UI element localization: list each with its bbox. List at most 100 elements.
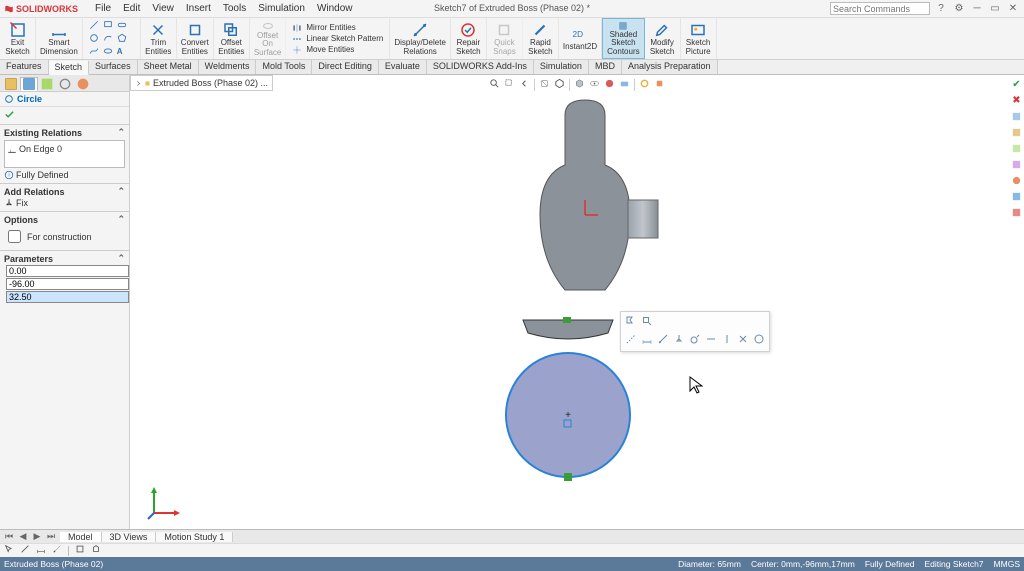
- existing-relations-header[interactable]: Existing Relations⌃: [4, 127, 125, 138]
- view-orientation-icon[interactable]: [554, 78, 565, 92]
- minimize-button[interactable]: ─: [970, 2, 984, 16]
- ct-properties-icon[interactable]: [753, 333, 765, 348]
- smart-dimension-button[interactable]: Smart Dimension: [36, 18, 83, 59]
- sketch-picture-button[interactable]: Sketch Picture: [681, 18, 717, 59]
- menu-help-icon[interactable]: ?: [360, 1, 370, 16]
- add-relations-header[interactable]: Add Relations⌃: [4, 186, 125, 197]
- bottom-tab-3dviews[interactable]: 3D Views: [102, 532, 157, 542]
- pm-tab-property[interactable]: [20, 77, 38, 91]
- btab-next[interactable]: ▶: [30, 531, 44, 542]
- tp-appearances-icon[interactable]: [1010, 174, 1023, 187]
- zoom-fit-icon[interactable]: [489, 78, 500, 92]
- search-commands-input[interactable]: [830, 2, 930, 15]
- text-tool[interactable]: A: [117, 47, 123, 56]
- arc-segment[interactable]: [518, 315, 618, 345]
- ct-dim-icon[interactable]: [641, 333, 653, 348]
- tool-extrude-icon[interactable]: [91, 544, 101, 557]
- modify-sketch-button[interactable]: Modify Sketch: [645, 18, 681, 59]
- move-entities-button[interactable]: Move Entities: [292, 45, 354, 55]
- tab-analysis-prep[interactable]: Analysis Preparation: [622, 60, 718, 74]
- edit-appearance-icon[interactable]: [604, 78, 615, 92]
- ct-delete-icon[interactable]: [737, 333, 749, 348]
- graphics-area[interactable]: ─ ▭ ✕: [130, 75, 1024, 529]
- tp-view-palette-icon[interactable]: [1010, 158, 1023, 171]
- rapid-sketch-button[interactable]: Rapid Sketch: [523, 18, 559, 59]
- polygon-tool[interactable]: [117, 33, 127, 45]
- tool-dim-icon[interactable]: [36, 544, 46, 557]
- pm-ok-button[interactable]: [4, 112, 15, 122]
- close-button[interactable]: ✕: [1006, 2, 1020, 16]
- center-y-input[interactable]: [6, 278, 129, 290]
- tab-simulation[interactable]: Simulation: [534, 60, 589, 74]
- tab-weldments[interactable]: Weldments: [199, 60, 257, 74]
- tab-addins[interactable]: SOLIDWORKS Add-Ins: [427, 60, 534, 74]
- menu-view[interactable]: View: [147, 1, 179, 16]
- slot-tool[interactable]: [117, 20, 127, 32]
- pm-tab-dim[interactable]: [56, 77, 74, 91]
- tp-file-explorer-icon[interactable]: [1010, 142, 1023, 155]
- tab-sketch[interactable]: Sketch: [49, 61, 90, 75]
- tool-sketch-icon[interactable]: [75, 544, 85, 557]
- menu-edit[interactable]: Edit: [118, 1, 145, 16]
- apply-scene-icon[interactable]: [619, 78, 630, 92]
- display-delete-relations-button[interactable]: Display/Delete Relations: [390, 18, 451, 59]
- bottom-tab-model[interactable]: Model: [60, 532, 102, 542]
- tp-cancel-icon[interactable]: ✖: [1010, 94, 1023, 107]
- menu-window[interactable]: Window: [312, 1, 358, 16]
- existing-relations-list[interactable]: On Edge 0: [4, 140, 125, 168]
- tp-design-lib-icon[interactable]: [1010, 126, 1023, 139]
- repair-sketch-button[interactable]: Repair Sketch: [451, 18, 487, 59]
- menu-tools[interactable]: Tools: [218, 1, 251, 16]
- menu-simulation[interactable]: Simulation: [253, 1, 310, 16]
- pm-tab-feature-tree[interactable]: [2, 77, 20, 91]
- tool-line-icon[interactable]: [20, 544, 30, 557]
- convert-entities-button[interactable]: Convert Entities: [177, 18, 214, 59]
- shaded-contours-button[interactable]: Shaded Sketch Contours: [602, 18, 644, 59]
- spline-tool[interactable]: [89, 46, 99, 58]
- instant2d-button[interactable]: 2DInstant2D: [559, 18, 602, 59]
- tab-features[interactable]: Features: [0, 60, 49, 74]
- help2-icon[interactable]: ?: [934, 2, 948, 16]
- tab-evaluate[interactable]: Evaluate: [379, 60, 427, 74]
- tool-relation-icon[interactable]: [52, 544, 62, 557]
- radius-input[interactable]: [6, 291, 129, 303]
- tab-mold-tools[interactable]: Mold Tools: [256, 60, 312, 74]
- arc-tool[interactable]: [103, 33, 113, 45]
- menu-file[interactable]: File: [90, 1, 116, 16]
- pm-tab-config[interactable]: [38, 77, 56, 91]
- pm-tab-appearance[interactable]: [74, 77, 92, 91]
- offset-entities-button[interactable]: Offset Entities: [214, 18, 250, 59]
- tp-forum-icon[interactable]: [1010, 206, 1023, 219]
- linear-pattern-button[interactable]: Linear Sketch Pattern: [292, 34, 383, 44]
- status-units[interactable]: MMGS: [994, 559, 1020, 569]
- mirror-entities-button[interactable]: Mirror Entities: [292, 23, 355, 33]
- for-construction-checkbox[interactable]: For construction: [4, 225, 125, 248]
- zoom-area-icon[interactable]: [504, 78, 515, 92]
- tp-resources-icon[interactable]: [1010, 110, 1023, 123]
- tool-select-icon[interactable]: [4, 544, 14, 557]
- offset-on-surface-button[interactable]: Offset On Surface: [250, 18, 287, 59]
- ct-select-other-icon[interactable]: [625, 315, 637, 330]
- tab-sheet-metal[interactable]: Sheet Metal: [138, 60, 199, 74]
- circle-tool[interactable]: [89, 33, 99, 45]
- previous-view-icon[interactable]: [519, 78, 530, 92]
- section-view-icon[interactable]: [539, 78, 550, 92]
- tp-custom-props-icon[interactable]: [1010, 190, 1023, 203]
- settings-icon[interactable]: ⚙: [952, 2, 966, 16]
- fix-relation-button[interactable]: Fix: [4, 198, 125, 208]
- ct-tangent-icon[interactable]: [689, 333, 701, 348]
- tab-surfaces[interactable]: Surfaces: [89, 60, 138, 74]
- line-tool[interactable]: [89, 20, 99, 32]
- ct-horizontal-icon[interactable]: [705, 333, 717, 348]
- ct-zoom-icon[interactable]: [641, 315, 653, 330]
- corner-rect-tool[interactable]: [103, 20, 113, 32]
- quick-snaps-button[interactable]: Quick Snaps: [487, 18, 523, 59]
- hide-show-icon[interactable]: [589, 78, 600, 92]
- maximize-button[interactable]: ▭: [988, 2, 1002, 16]
- view-settings-icon[interactable]: [639, 78, 650, 92]
- center-x-input[interactable]: [6, 265, 129, 277]
- model-body[interactable]: [510, 95, 670, 315]
- tab-direct-editing[interactable]: Direct Editing: [312, 60, 379, 74]
- menu-insert[interactable]: Insert: [181, 1, 216, 16]
- btab-last[interactable]: ⏭: [44, 531, 58, 542]
